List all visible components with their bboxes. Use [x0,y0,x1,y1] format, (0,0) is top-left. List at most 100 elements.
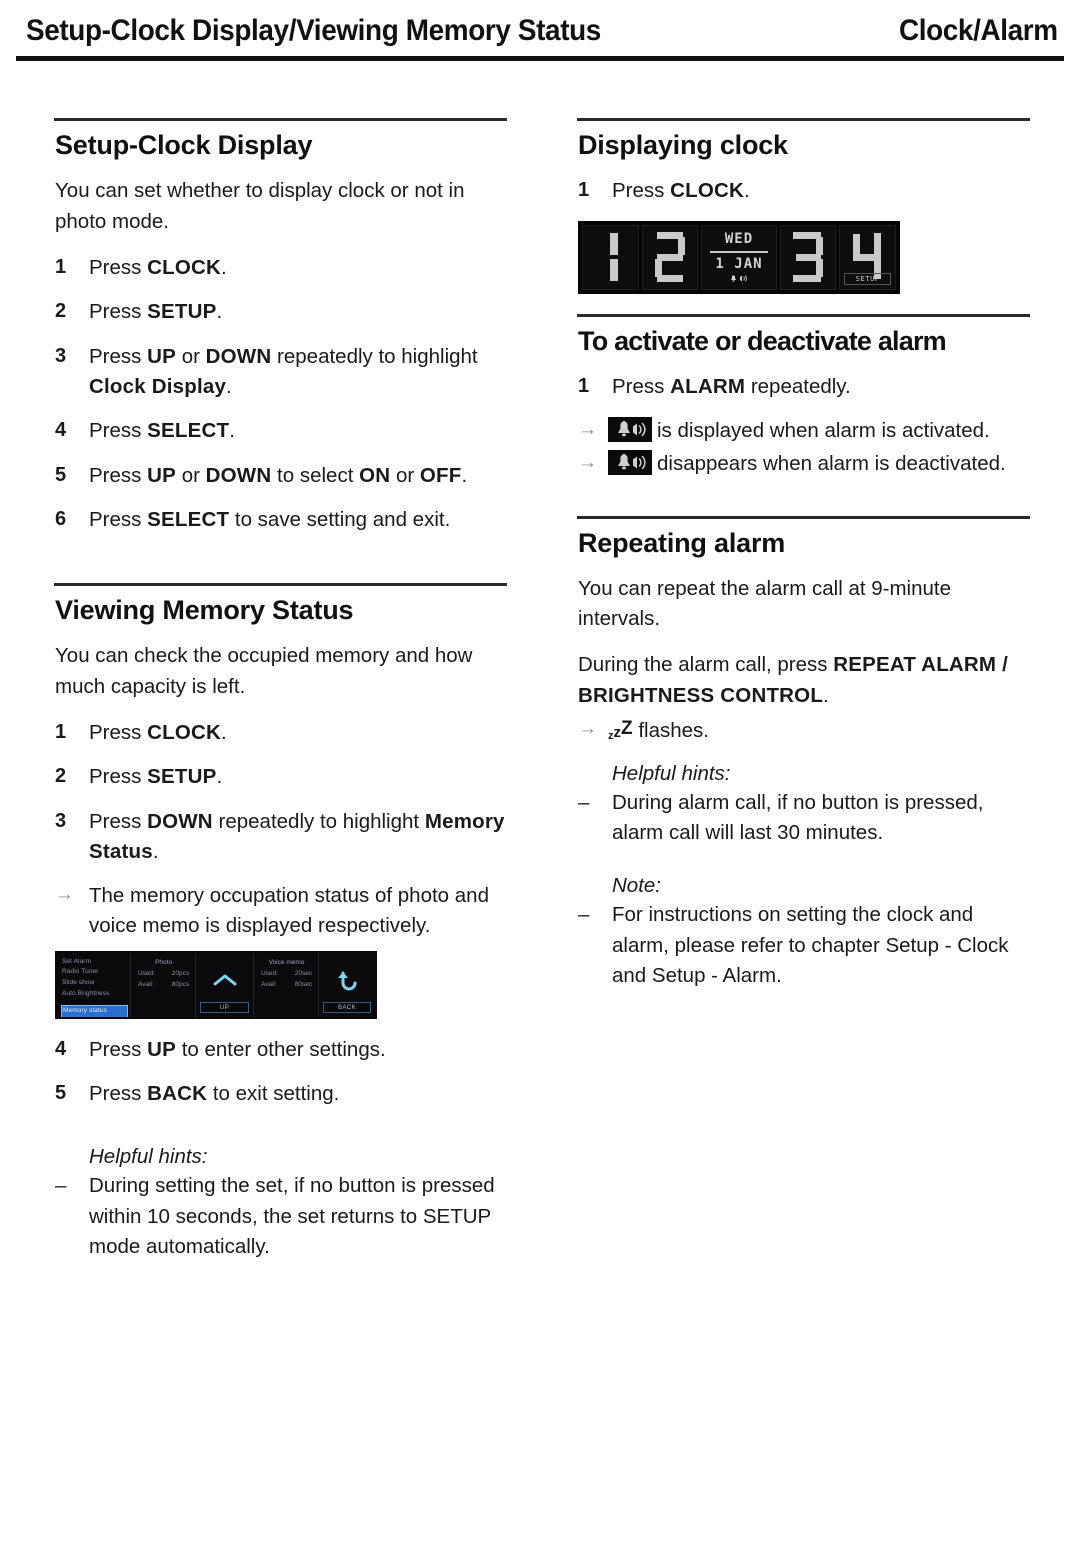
step-text: Press BACK to exit setting. [89,1082,340,1106]
section-heading-displaying-clock: Displaying clock [578,130,788,160]
section-rule [577,313,1030,317]
step-number: 2 [55,300,67,323]
note-text: For instructions on setting the clock an… [612,903,1009,988]
result-text: The memory occupation status of photo an… [89,884,489,938]
step-text: Press SETUP. [89,300,223,324]
lcd-voice-title: Voice memo [268,958,305,966]
seven-segment-digit-3-icon [793,232,824,283]
lcd-photo-avail-value: 80pcs [171,980,190,988]
lcd-menu-pane: Set Alarm Radio Tuner Slide show Auto Br… [57,952,131,1017]
step-text: Press CLOCK. [612,179,750,203]
alarm-deactivated-callout: → disappears when alarm is deactivated. [578,449,1030,479]
lcd-photo-used-value: 20pcs [171,969,190,977]
page-running-header: Setup-Clock Display/Viewing Memory Statu… [16,14,1064,64]
hint-text: During setting the set, if no button is … [89,1174,495,1259]
clock-panel-minute-ones: SETUP [839,224,897,290]
lcd-voice-pane: Voice memo Used: 20sec Avail: 80sec [254,952,320,1017]
section-heading-activate-alarm: To activate or deactivate alarm [578,325,947,356]
lcd-voice-used-key: Used: [260,969,278,977]
lcd-voice-avail-key: Avail: [260,980,277,988]
clock-panel-hour-tens [582,224,639,290]
step-number: 1 [55,255,67,278]
clock-display-illustration: WED 1 JAN SETUP [578,220,900,294]
step-item: 5 Press BACK to exit setting. [55,1079,507,1109]
step-text: Press SETUP. [89,765,223,789]
seven-segment-digit-1-icon [610,233,619,282]
alarm-bell-icon [608,449,652,475]
lcd-menu-item: Radio Tuner [62,968,99,976]
section-heading-setup-clock-display: Setup-Clock Display [55,130,313,160]
step-text: Press DOWN repeatedly to highlight Memor… [89,809,505,864]
step-number: 3 [55,344,67,367]
step-number: 1 [578,179,590,202]
lcd-photo-title: Photo [155,958,173,966]
repeat-result-callout: → zzZ flashes. [578,715,1030,746]
section-rule [54,118,507,121]
clock-date: 1 JAN [715,255,763,272]
header-title-right: Clock/Alarm [899,14,1058,47]
step-text: Press UP or DOWN repeatedly to highlight… [89,344,478,398]
step-item: 1 Press ALARM repeatedly. [578,372,1030,402]
left-column: Setup-Clock Display You can set whether … [54,118,507,1276]
step-item: 1 Press CLOCK. [55,718,507,748]
lcd-menu-item: Auto Brightness [62,989,110,997]
lcd-menu-item-selected: Memory status [61,1005,128,1017]
alarm-activated-text: is displayed when alarm is activated. [657,419,990,443]
step-text: Press CLOCK. [89,255,227,279]
step-item: 4 Press UP to enter other settings. [55,1035,507,1065]
hint-item: – During setting the set, if no button i… [55,1171,507,1262]
clock-panel-hour-ones [641,224,699,290]
lcd-menu-item: Set Alarm [62,957,92,965]
clock-panel-minute-tens [779,224,837,290]
lcd-photo-used-key: Used: [138,969,155,977]
section-displaying-clock: Displaying clock 1 Press CLOCK. WED 1 JA… [577,118,1030,294]
section-setup-clock-display: Setup-Clock Display You can set whether … [54,118,507,535]
note-label: Note: [612,874,661,898]
section-heading-repeating-alarm: Repeating alarm [578,527,786,558]
step-text: Press CLOCK. [89,721,227,745]
step-item: 5 Press UP or DOWN to select ON or OFF. [55,461,507,491]
lcd-voice-row: Avail: 80sec [259,979,314,990]
result-callout: → The memory occupation status of photo … [55,881,507,940]
lcd-menu-item: Slide show [62,979,95,987]
section-rule [54,583,507,587]
section-rule [577,118,1030,121]
clock-status-icons [702,274,775,285]
section-viewing-memory-status: Viewing Memory Status You can check the … [54,583,507,1262]
section-activate-deactivate-alarm: To activate or deactivate alarm 1 Press … [577,313,1030,479]
step-number: 6 [55,507,67,530]
intro-paragraph: You can check the occupied memory and ho… [55,644,473,698]
snooze-zzz-icon: zzZ [608,718,633,743]
seven-segment-digit-2-icon [654,232,685,283]
lcd-up-pane: UP [196,952,254,1017]
header-rule [16,55,1064,61]
bell-and-speaker-icon [731,274,747,282]
alarm-deactivated-text: disappears when alarm is deactivated. [657,451,1006,475]
intro-paragraph: You can set whether to display clock or … [55,179,465,233]
arrow-right-icon: → [578,419,597,441]
step-number: 2 [55,765,67,788]
hint-text: During alarm call, if no button is press… [612,790,984,845]
step-text: Press SELECT. [89,419,235,443]
helpful-hints-label: Helpful hints: [612,761,731,785]
clock-setup-tag: SETUP [844,272,892,285]
lcd-voice-used-value: 20sec [294,969,313,977]
step-item: 4 Press SELECT. [55,416,507,446]
alarm-deactivated-line: disappears when alarm is deactivated. [608,449,1030,479]
alarm-activated-line: is displayed when alarm is activated. [608,416,1030,446]
steps-list-setup-clock-display: 1 Press CLOCK. 2 Press SETUP. 3 Press UP… [55,253,507,535]
lcd-voice-avail-value: 80sec [294,980,313,988]
step-item: 3 Press UP or DOWN repeatedly to highlig… [55,342,507,403]
dash-marker: – [55,1174,67,1198]
note-item: – For instructions on setting the clock … [578,900,1030,991]
step-item: 1 Press CLOCK. [55,253,507,283]
right-column: Displaying clock 1 Press CLOCK. WED 1 JA… [577,118,1030,1005]
lcd-photo-avail-key: Avail: [138,980,154,988]
lcd-voice-row: Used: 20sec [259,968,314,979]
section-repeating-alarm: Repeating alarm You can repeat the alarm… [577,515,1030,992]
dash-marker: – [578,903,590,927]
lcd-photo-row: Used: 20pcs [136,968,191,979]
back-arrow-icon [338,971,357,991]
step-item: 3 Press DOWN repeatedly to highlight Mem… [55,807,507,868]
